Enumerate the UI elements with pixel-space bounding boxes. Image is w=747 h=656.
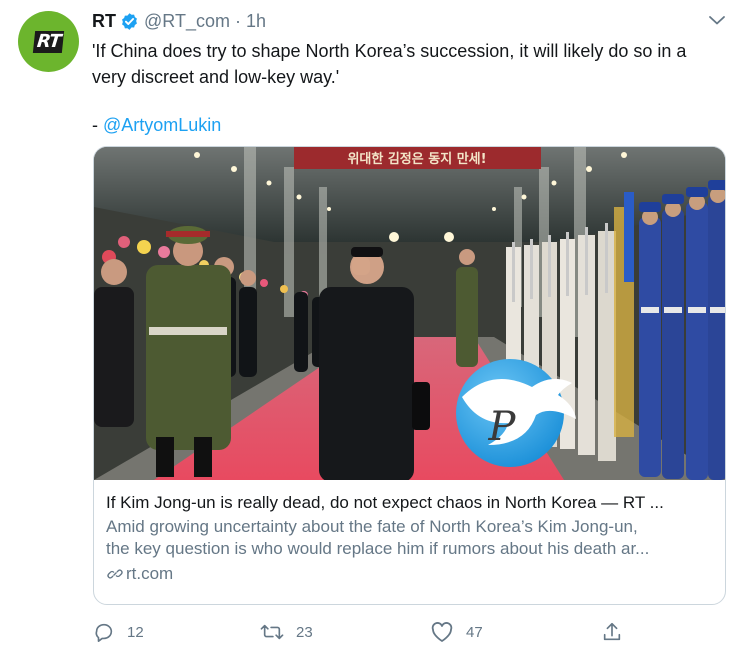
link-preview-card[interactable]: 위대한 김정은 동지 만세! P If Kim Jong-un is reall… [93, 146, 726, 605]
avatar-logo-text: RT [32, 30, 65, 53]
tweet-timestamp[interactable]: 1h [246, 11, 266, 32]
like-button[interactable]: 47 [430, 621, 483, 643]
reply-button[interactable]: 12 [93, 621, 144, 643]
watermark-letter: P [488, 404, 517, 450]
card-banner-text: 위대한 김정은 동지 만세! [347, 151, 486, 167]
reply-count: 12 [127, 623, 144, 641]
card-photo: 위대한 김정은 동지 만세! P [94, 147, 725, 480]
credit-mention-link[interactable]: @ArtyomLukin [103, 115, 221, 135]
like-count: 47 [466, 623, 483, 641]
retweet-button[interactable]: 23 [260, 621, 313, 643]
card-body: If Kim Jong-un is really dead, do not ex… [94, 480, 725, 584]
author-avatar[interactable]: RT [18, 11, 79, 72]
header-separator: · [234, 10, 241, 31]
tweet-header: RT @RT_com · 1h [92, 10, 266, 32]
card-description-line-1: Amid growing uncertainty about the fate … [106, 517, 638, 536]
chevron-down-icon[interactable] [707, 10, 727, 30]
card-image[interactable]: 위대한 김정은 동지 만세! P [94, 147, 725, 480]
reply-icon [95, 623, 113, 642]
card-description-line-2: the key question is who would replace hi… [106, 539, 650, 558]
share-icon [603, 622, 621, 641]
author-handle[interactable]: @RT_com [144, 11, 230, 32]
card-title[interactable]: If Kim Jong-un is really dead, do not ex… [106, 492, 713, 514]
retweet-icon [260, 624, 284, 640]
retweet-count: 23 [296, 623, 313, 641]
card-description: Amid growing uncertainty about the fate … [106, 516, 713, 560]
card-domain: rt.com [126, 564, 174, 583]
share-button[interactable] [601, 621, 635, 643]
card-source[interactable]: rt.com [106, 564, 713, 584]
author-name[interactable]: RT [92, 11, 116, 32]
tweet-quote: 'If China does try to shape North Korea’… [92, 41, 687, 87]
heart-icon [431, 622, 453, 642]
tweet-text: 'If China does try to shape North Korea’… [92, 38, 722, 138]
verified-badge-icon [122, 12, 137, 30]
tweet-actions: 12 23 47 [93, 621, 633, 643]
link-icon [107, 569, 123, 579]
tweet-credit: - @ArtyomLukin [92, 112, 722, 138]
credit-prefix: - [92, 115, 103, 135]
